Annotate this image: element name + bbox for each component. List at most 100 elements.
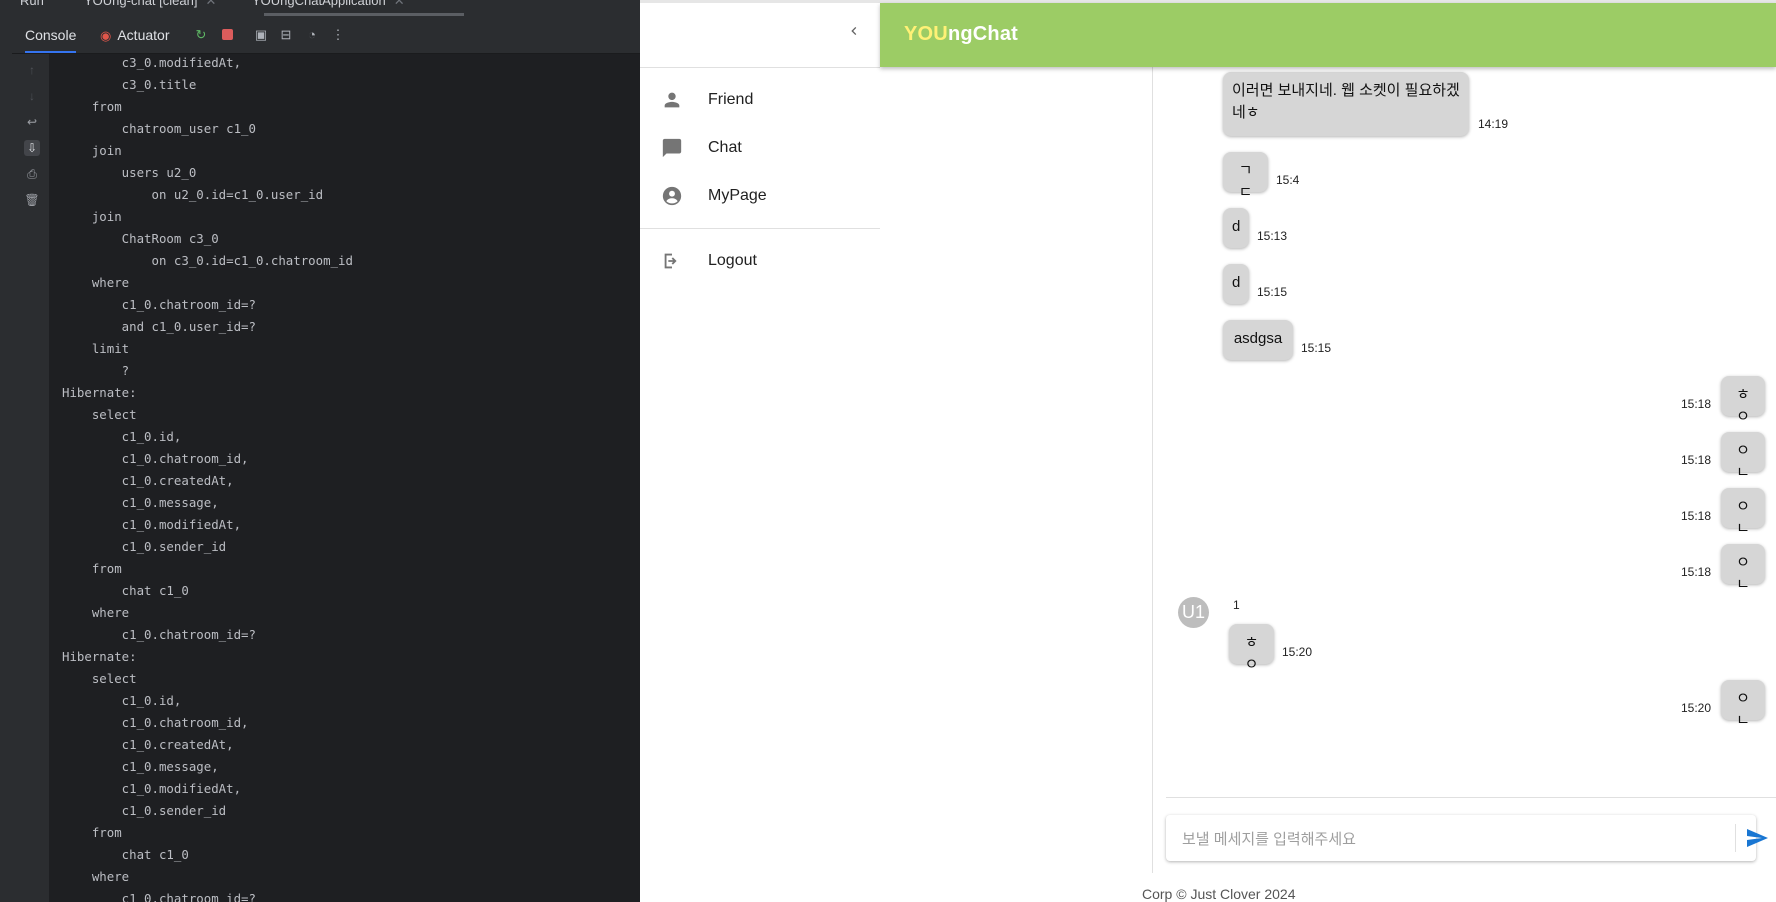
tab-actuator[interactable]: ◉ Actuator [100, 27, 169, 44]
side-drawer: Friend Chat MyPage Logout [640, 3, 881, 873]
message-time: 15:20 [1681, 701, 1712, 715]
trash-icon[interactable]: 🗑 [24, 192, 40, 208]
nav-label-logout: Logout [708, 252, 757, 269]
ide-run-panel: Run YOUng-chat [clean] ✕ YOUngChatApplica… [0, 0, 640, 902]
more-options-icon[interactable]: ⋮ [330, 27, 346, 43]
console-line: join [91, 143, 122, 158]
console-line: c3_0.modifiedAt, [121, 55, 242, 70]
console-line: c1_0.message, [121, 759, 219, 774]
logout-icon [660, 249, 684, 273]
message-time: 15:18 [1681, 565, 1712, 579]
console-line: c1_0.chatroom_id=? [121, 297, 256, 312]
console-line: c3_0.title [121, 77, 197, 92]
brand-logo[interactable]: YOUngChat [904, 23, 1018, 46]
console-line: c1_0.sender_id [121, 803, 227, 818]
chevron-left-icon[interactable] [840, 21, 868, 49]
console-line: c1_0.chatroom_id=? [121, 891, 256, 902]
message-bubble-received: d [1223, 264, 1249, 304]
message-bubble-received: ㅎㅇ [1229, 624, 1274, 673]
run-tabs-bar: Run YOUng-chat [clean] ✕ YOUngChatApplica… [12, 0, 640, 17]
nav-label-mypage: MyPage [708, 187, 767, 204]
close-icon[interactable]: ✕ [394, 0, 405, 8]
rerun-icon[interactable]: ↻ [193, 27, 209, 43]
console-line: users u2_0 [121, 165, 197, 180]
up-arrow-icon[interactable]: ↑ [24, 62, 40, 78]
console-line: c1_0.id, [121, 429, 182, 444]
drawer-nav-list: Friend Chat MyPage [640, 68, 880, 229]
soft-wrap-icon[interactable]: ↩ [24, 114, 40, 130]
console-line: where [91, 275, 130, 290]
console-line: from [91, 561, 122, 576]
print-icon[interactable]: ⎙ [24, 166, 40, 182]
console-line: and c1_0.user_id=? [121, 319, 256, 334]
stop-icon[interactable] [219, 27, 235, 43]
console-line: chat c1_0 [121, 847, 189, 862]
console-line: chatroom_user c1_0 [121, 121, 256, 136]
close-icon[interactable]: ✕ [205, 0, 216, 8]
console-line: select [91, 407, 137, 422]
footer-copyright: Corp © Just Clover 2024 [1142, 886, 1296, 902]
message-bubble-received: d [1223, 208, 1249, 248]
console-line: where [91, 605, 130, 620]
message-bubble-sent: ㅇㄴ [1721, 680, 1765, 729]
console-toolbar: Console ◉ Actuator ↻ ▣ ⊟ ◔ ⋮ [12, 17, 640, 54]
message-time: 15:18 [1681, 509, 1712, 523]
nav-item-chat[interactable]: Chat [640, 124, 880, 172]
browser-viewport: Friend Chat MyPage Logout YOUngChat [640, 0, 1776, 902]
console-line: c1_0.chatroom_id, [121, 715, 249, 730]
tab-youngchat-application[interactable]: YOUngChatApplication ✕ [252, 0, 405, 9]
message-time: 15:18 [1681, 397, 1712, 411]
tab-run[interactable]: Run [20, 0, 44, 8]
console-line: where [91, 869, 130, 884]
account-circle-icon [660, 184, 684, 208]
camera-icon[interactable]: ▣ [253, 27, 269, 43]
console-gutter: ↑ ↓ ↩ ⇩ ⎙ 🗑 [12, 54, 49, 902]
profiler-gauge-icon[interactable]: ◔ [304, 27, 320, 43]
console-line: on c3_0.id=c1_0.chatroom_id [151, 253, 353, 268]
scroll-to-end-icon[interactable]: ⇩ [24, 140, 40, 156]
console-line: limit [91, 341, 130, 356]
console-line: c1_0.createdAt, [121, 737, 234, 752]
console-line: ? [121, 363, 130, 378]
message-input[interactable] [1180, 823, 1740, 855]
tab-console[interactable]: Console [25, 27, 77, 53]
tab-young-chat-clean[interactable]: YOUng-chat [clean] ✕ [84, 0, 216, 9]
composer-divider [1166, 797, 1776, 798]
nav-item-mypage[interactable]: MyPage [640, 172, 880, 220]
restore-layout-icon[interactable]: ⊟ [278, 27, 294, 43]
console-line: on u2_0.id=c1_0.user_id [151, 187, 324, 202]
composer-separator [1735, 824, 1736, 852]
console-line: c1_0.modifiedAt, [121, 781, 242, 796]
message-composer [1166, 815, 1756, 861]
avatar[interactable]: U1 [1178, 597, 1209, 628]
console-line: Hibernate: [62, 649, 137, 664]
message-time: 15:4 [1276, 173, 1300, 187]
console-line: chat c1_0 [121, 583, 189, 598]
console-line: join [91, 209, 122, 224]
console-line: c1_0.createdAt, [121, 473, 234, 488]
down-arrow-icon[interactable]: ↓ [24, 88, 40, 104]
actuator-icon: ◉ [100, 28, 112, 43]
chat-icon [660, 136, 684, 160]
drawer-secondary-list: Logout [640, 229, 880, 285]
person-icon [660, 88, 684, 112]
nav-item-logout[interactable]: Logout [640, 237, 880, 285]
message-time: 14:19 [1478, 117, 1509, 131]
console-line: c1_0.chatroom_id=? [121, 627, 256, 642]
nav-item-friend[interactable]: Friend [640, 76, 880, 124]
message-bubble-received: 이러면 보내지네. 웹 소켓이 필요하겠네ㅎ [1223, 72, 1469, 136]
console-line: select [91, 671, 137, 686]
message-bubble-received: asdgsa [1223, 320, 1293, 360]
message-time: 15:13 [1257, 229, 1288, 243]
console-line: from [91, 99, 122, 114]
message-time: 15:15 [1301, 341, 1332, 355]
console-output: c3_0.modifiedAt, c3_0.title from chatroo… [62, 52, 353, 902]
message-bubble-sent: ㅇㄴ [1721, 544, 1765, 593]
console-line: c1_0.id, [121, 693, 182, 708]
send-icon[interactable] [1745, 826, 1771, 852]
message-bubble-sent: ㅇㄴ [1721, 432, 1765, 481]
console-line: c1_0.chatroom_id, [121, 451, 249, 466]
active-tab-indicator [264, 13, 464, 16]
sender-name: 1 [1233, 598, 1240, 612]
message-time: 15:15 [1257, 285, 1288, 299]
